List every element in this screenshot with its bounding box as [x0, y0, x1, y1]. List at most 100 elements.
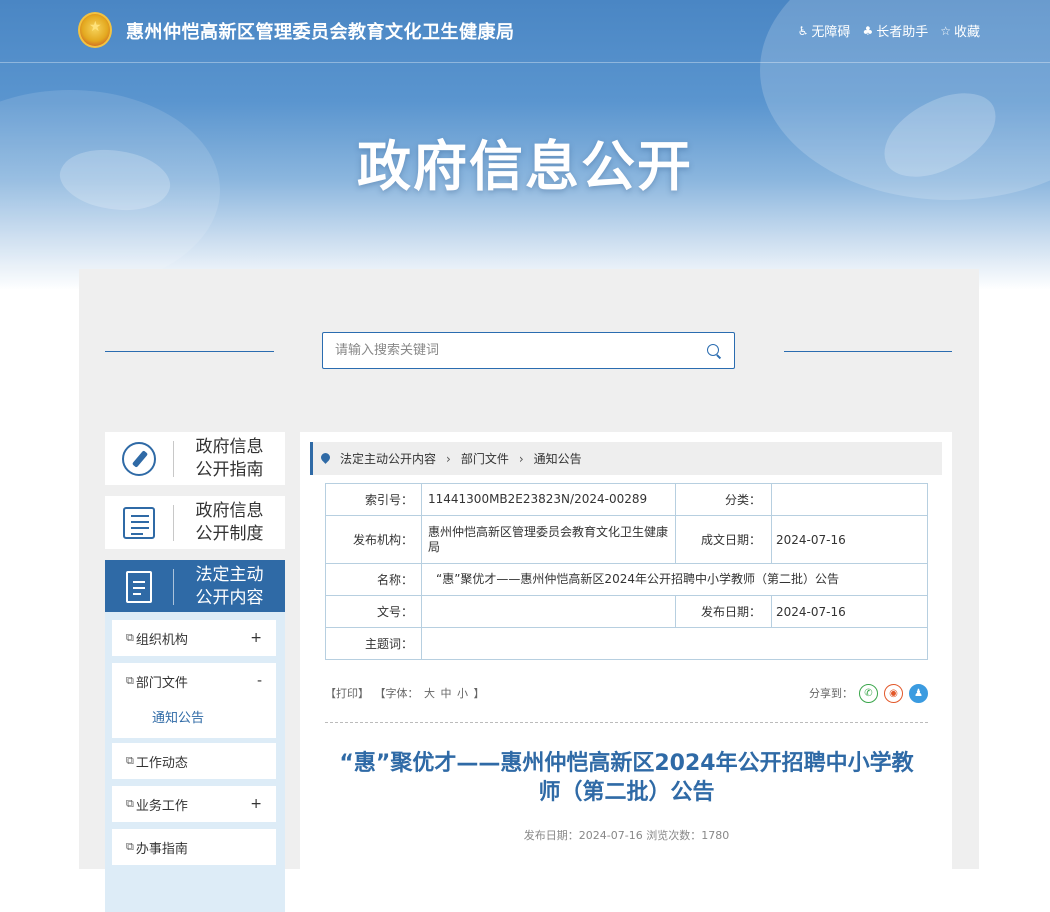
- table-row: 发布机构： 惠州仲恺高新区管理委员会教育文化卫生健康局 成文日期： 2024-0…: [325, 515, 928, 564]
- content-area: 法定主动公开内容 › 部门文件 › 通知公告 索引号： 11441300MB2E…: [300, 432, 952, 902]
- share-label: 分享到：: [809, 687, 853, 700]
- meta-key: 发布机构：: [325, 515, 422, 564]
- elder-assist-label: 长者助手: [876, 25, 929, 40]
- table-row: 名称： “惠”聚优才——惠州仲恺高新区2024年公开招聘中小学教师（第二批）公告: [325, 563, 928, 596]
- header-banner: ★ 惠州仲恺高新区管理委员会教育文化卫生健康局 ♿ 无障碍 ♣ 长者助手 ☆ 收…: [0, 0, 1050, 290]
- submenu-item-organization[interactable]: ⧉ 组织机构 +: [112, 620, 276, 656]
- location-pin-icon: [321, 453, 330, 465]
- meta-value: [421, 595, 676, 628]
- article-tools: 【打印】 【字体： 大 中 小 】 分享到： ✆ ◉ ♟: [325, 682, 928, 704]
- card-label-line2: 公开制度: [195, 523, 264, 544]
- meta-key: 主题词：: [325, 627, 422, 660]
- meta-value: 2024-07-16: [771, 515, 928, 564]
- bookmark-label: 收藏: [953, 25, 980, 40]
- card-label-line1: 政府信息: [195, 500, 264, 521]
- share-bar: 分享到： ✆ ◉ ♟: [809, 683, 928, 703]
- compass-icon: [122, 441, 156, 476]
- search-icon[interactable]: [706, 343, 722, 359]
- submenu-item-service-guide[interactable]: ⧉ 办事指南: [112, 829, 276, 865]
- table-row: 主题词：: [325, 627, 928, 660]
- font-medium-button[interactable]: 中: [441, 687, 452, 700]
- meta-key: 分类：: [675, 483, 772, 516]
- document-meta-table: 索引号： 11441300MB2E23823N/2024-00289 分类： 发…: [325, 483, 928, 660]
- card-label-line2: 公开内容: [195, 587, 264, 608]
- expand-toggle[interactable]: +: [250, 796, 262, 812]
- document-icon: ⧉: [126, 674, 134, 687]
- submenu-label: 组织机构: [135, 632, 188, 648]
- submenu-item-work-news[interactable]: ⧉ 工作动态: [112, 743, 276, 779]
- sidebar-card-label: 政府信息 公开指南: [174, 436, 285, 482]
- search-input[interactable]: [335, 343, 706, 358]
- national-emblem-icon: ★: [78, 12, 112, 48]
- submenu-label: 工作动态: [135, 755, 188, 771]
- accessibility-link[interactable]: ♿ 无障碍: [797, 21, 851, 41]
- sidebar-card-guide[interactable]: 政府信息 公开指南: [105, 432, 285, 485]
- chevron-right-icon: ›: [518, 451, 524, 466]
- table-row: 索引号： 11441300MB2E23823N/2024-00289 分类：: [325, 483, 928, 516]
- breadcrumb-item[interactable]: 法定主动公开内容: [340, 450, 436, 467]
- card-label-line1: 法定主动: [195, 564, 264, 585]
- meta-key: 成文日期：: [675, 515, 772, 564]
- list-document-icon: [123, 506, 155, 539]
- meta-value: [771, 483, 928, 516]
- star-icon: ☆: [940, 23, 951, 38]
- meta-key: 索引号：: [325, 483, 422, 516]
- document-icon: ⧉: [126, 840, 134, 853]
- article-title: “惠”聚优才——惠州仲恺高新区2024年公开招聘中小学教师（第二批）公告: [339, 751, 914, 805]
- meta-value: “惠”聚优才——惠州仲恺高新区2024年公开招聘中小学教师（第二批）公告: [421, 563, 928, 596]
- table-row: 文号： 发布日期： 2024-07-16: [325, 595, 928, 628]
- meta-key: 名称：: [325, 563, 422, 596]
- article-meta: 发布日期：2024-07-16 浏览次数：1780: [523, 829, 730, 842]
- font-large-button[interactable]: 大: [424, 687, 435, 700]
- content-divider: [325, 722, 928, 723]
- submenu-label: 业务工作: [135, 798, 188, 814]
- top-links: ♿ 无障碍 ♣ 长者助手 ☆ 收藏: [797, 21, 980, 41]
- meta-key: 文号：: [325, 595, 422, 628]
- hero-title: 政府信息公开: [357, 135, 693, 198]
- meta-value: [421, 627, 928, 660]
- breadcrumb-item[interactable]: 部门文件: [461, 450, 509, 467]
- sidebar-card-label: 政府信息 公开制度: [174, 500, 285, 546]
- meta-value: 2024-07-16: [771, 595, 928, 628]
- tools-left: 【打印】 【字体： 大 中 小 】: [325, 685, 487, 701]
- sidebar-card-system[interactable]: 政府信息 公开制度: [105, 496, 285, 549]
- site-title[interactable]: 惠州仲恺高新区管理委员会教育文化卫生健康局: [126, 18, 515, 44]
- font-size-prefix: 【字体：: [374, 687, 419, 700]
- document-icon: ⧉: [126, 797, 134, 810]
- banner-divider: [0, 62, 1050, 63]
- elder-assist-link[interactable]: ♣ 长者助手: [862, 21, 929, 41]
- submenu-label: 办事指南: [135, 841, 188, 857]
- search-divider-right: [784, 351, 952, 352]
- wechat-share-icon[interactable]: ✆: [859, 683, 878, 703]
- meta-value: 11441300MB2E23823N/2024-00289: [421, 483, 676, 516]
- collapse-toggle[interactable]: -: [257, 673, 262, 689]
- accessibility-label: 无障碍: [811, 25, 851, 40]
- submenu-item-business[interactable]: ⧉ 业务工作 +: [112, 786, 276, 822]
- font-size-suffix: 】: [473, 687, 485, 700]
- sidebar-card-label: 法定主动 公开内容: [174, 564, 285, 610]
- compass-icon-wrap: [105, 432, 173, 485]
- card-label-line2: 公开指南: [195, 459, 264, 480]
- expand-toggle[interactable]: +: [250, 630, 262, 646]
- chevron-right-icon: ›: [446, 451, 451, 466]
- breadcrumb-item[interactable]: 通知公告: [534, 450, 582, 467]
- submenu-item-department-docs[interactable]: ⧉ 部门文件 - 通知公告: [112, 663, 276, 738]
- submenu-child-notices[interactable]: 通知公告: [112, 699, 276, 738]
- font-small-button[interactable]: 小: [457, 687, 468, 700]
- list-document-icon-wrap: [105, 496, 173, 549]
- search-bar: [322, 332, 735, 369]
- weibo-share-icon[interactable]: ◉: [884, 683, 903, 703]
- qq-share-icon[interactable]: ♟: [909, 683, 928, 703]
- sidebar-card-content[interactable]: 法定主动 公开内容: [105, 560, 285, 613]
- document-icon: ⧉: [126, 754, 134, 767]
- print-button[interactable]: 【打印】: [325, 687, 369, 700]
- submenu-label: 部门文件: [135, 675, 188, 691]
- breadcrumb: 法定主动公开内容 › 部门文件 › 通知公告: [310, 442, 942, 475]
- meta-key: 发布日期：: [675, 595, 772, 628]
- search-divider-left: [105, 351, 274, 352]
- meta-value: 惠州仲恺高新区管理委员会教育文化卫生健康局: [421, 515, 676, 564]
- bookmark-link[interactable]: ☆ 收藏: [940, 21, 980, 41]
- main-panel: 政府信息 公开指南 政府信息 公开制度 法定主动 公开内容: [79, 269, 979, 912]
- elder-icon: ♣: [862, 23, 874, 38]
- accessibility-icon: ♿: [797, 23, 809, 38]
